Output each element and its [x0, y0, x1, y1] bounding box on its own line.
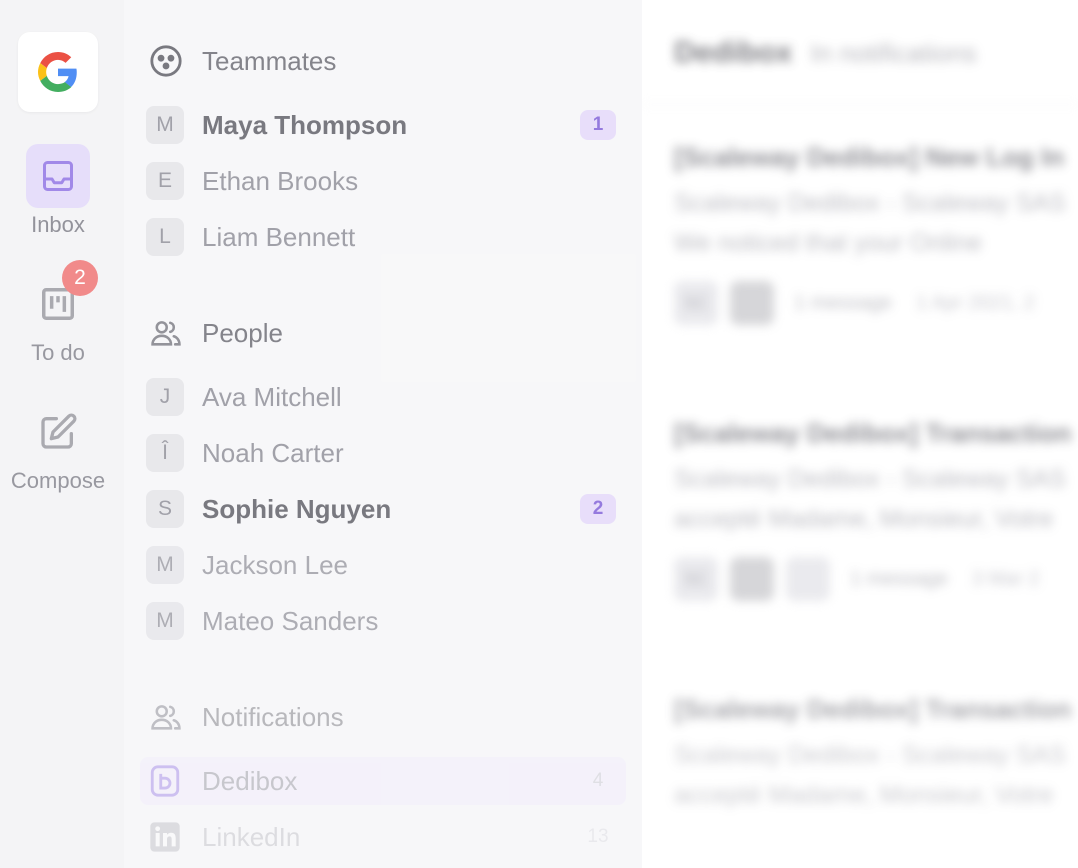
pane-header: Dedibox In notifications	[674, 36, 977, 70]
rail-inbox-icon-wrap	[26, 144, 90, 208]
thread-date: 3 Mar 2	[971, 567, 1040, 590]
people-icon	[148, 699, 184, 735]
avatar: J	[146, 378, 184, 416]
pane-divider	[642, 104, 1078, 105]
avatar: Î	[146, 434, 184, 472]
contact-name: Sophie Nguyen	[202, 493, 392, 524]
avatar: SC	[674, 281, 718, 325]
thread-date: 1 Apr 2021, 2	[915, 291, 1035, 314]
thread-meta: SC 1 message 1 Apr 2021, 2	[674, 281, 1078, 325]
pencil-square-icon	[41, 413, 77, 449]
conversation-list: Teammates M Maya Thompson 1 E Ethan Broo…	[124, 0, 642, 868]
avatar	[730, 557, 774, 601]
avatar: M	[146, 106, 184, 144]
left-rail: Inbox 2 To do Compose	[0, 0, 124, 868]
notification-row-dedibox[interactable]: Dedibox 4	[140, 757, 626, 805]
rail-todo-icon-wrap: 2	[26, 260, 98, 336]
pane-title: Dedibox	[674, 36, 793, 69]
rail-compose-label: Compose	[10, 468, 106, 493]
thread-preview-2: We noticed that your Online	[674, 229, 983, 257]
google-account-button[interactable]	[18, 32, 98, 112]
pane-subtitle: In notifications	[810, 38, 977, 68]
teammate-row-liam[interactable]: L Liam Bennett	[140, 213, 626, 261]
avatar: M	[146, 546, 184, 584]
inbox-tray-icon	[43, 161, 73, 191]
rail-compose[interactable]: Compose	[0, 400, 116, 494]
notifications-title: Notifications	[202, 701, 344, 732]
person-row-jackson[interactable]: M Jackson Lee	[140, 541, 626, 589]
contact-name: Noah Carter	[202, 437, 344, 468]
thread-preview-1: Scaleway Dedibox - Scaleway SAS	[674, 189, 1066, 217]
google-g-icon	[38, 52, 77, 92]
rail-inbox-label: Inbox	[31, 212, 85, 237]
thread-item[interactable]: [Scaleway Dedibox] Transaction Scaleway …	[674, 694, 1078, 815]
notification-count: 13	[587, 826, 609, 847]
avatar	[730, 281, 774, 325]
thread-preview-2: accepté Madame, Monsieur, Votre	[674, 781, 1054, 809]
rail-todo-label: To do	[31, 340, 85, 365]
thread-subject: [Scaleway Dedibox] Transaction	[674, 694, 1072, 724]
notification-row-linkedin[interactable]: LinkedIn 13	[140, 813, 626, 861]
thread-preview-1: Scaleway Dedibox - Scaleway SAS	[674, 741, 1066, 769]
thread-message-count: 1 message	[850, 567, 948, 590]
thread-subject: [Scaleway Dedibox] New Log In	[674, 142, 1065, 172]
people-icon	[148, 315, 184, 351]
thread-meta: SC 1 message 3 Mar 2	[674, 557, 1078, 601]
rail-compose-icon-wrap	[26, 400, 90, 464]
contact-name: Maya Thompson	[202, 109, 408, 140]
notifications-header: Notifications	[148, 699, 344, 735]
avatar: E	[146, 162, 184, 200]
rail-inbox[interactable]: Inbox	[0, 144, 116, 238]
avatar: L	[146, 218, 184, 256]
rail-todo[interactable]: 2 To do	[0, 260, 116, 366]
contact-name: LinkedIn	[202, 821, 301, 852]
person-row-sophie[interactable]: S Sophie Nguyen 2	[140, 485, 626, 533]
linkedin-logo-icon	[146, 818, 184, 856]
contact-name: Jackson Lee	[202, 549, 348, 580]
thread-item[interactable]: [Scaleway Dedibox] Transaction Scaleway …	[674, 418, 1078, 601]
avatar: M	[146, 602, 184, 640]
thread-item[interactable]: [Scaleway Dedibox] New Log In Scaleway D…	[674, 142, 1078, 325]
unread-count-badge: 1	[580, 110, 616, 140]
person-row-mateo[interactable]: M Mateo Sanders	[140, 597, 626, 645]
unread-count-badge: 2	[580, 494, 616, 524]
contact-name: Mateo Sanders	[202, 605, 379, 636]
avatar: SC	[674, 557, 718, 601]
people-header: People	[148, 315, 283, 351]
avatar	[786, 557, 830, 601]
people-title: People	[202, 317, 283, 348]
person-row-ava[interactable]: J Ava Mitchell	[140, 373, 626, 421]
todo-count-badge: 2	[62, 260, 98, 296]
thread-preview-2: accepté Madame, Monsieur, Votre	[674, 505, 1054, 533]
contact-name: Ethan Brooks	[202, 165, 359, 196]
thread-pane: Dedibox In notifications [Scaleway Dedib…	[642, 0, 1078, 868]
dedibox-logo-icon	[146, 762, 184, 800]
teammates-title: Teammates	[202, 45, 337, 76]
teammates-circle-icon	[148, 43, 184, 79]
thread-preview-1: Scaleway Dedibox - Scaleway SAS	[674, 465, 1066, 493]
teammate-row-ethan[interactable]: E Ethan Brooks	[140, 157, 626, 205]
contact-name: Liam Bennett	[202, 221, 356, 252]
avatar: S	[146, 490, 184, 528]
contact-name: Dedibox	[202, 765, 298, 796]
person-row-noah[interactable]: Î Noah Carter	[140, 429, 626, 477]
teammates-header: Teammates	[148, 43, 336, 79]
contact-name: Ava Mitchell	[202, 381, 342, 412]
thread-message-count: 1 message	[794, 291, 892, 314]
thread-subject: [Scaleway Dedibox] Transaction	[674, 418, 1072, 448]
notification-count: 4	[592, 770, 604, 791]
teammate-row-maya[interactable]: M Maya Thompson 1	[140, 101, 626, 149]
